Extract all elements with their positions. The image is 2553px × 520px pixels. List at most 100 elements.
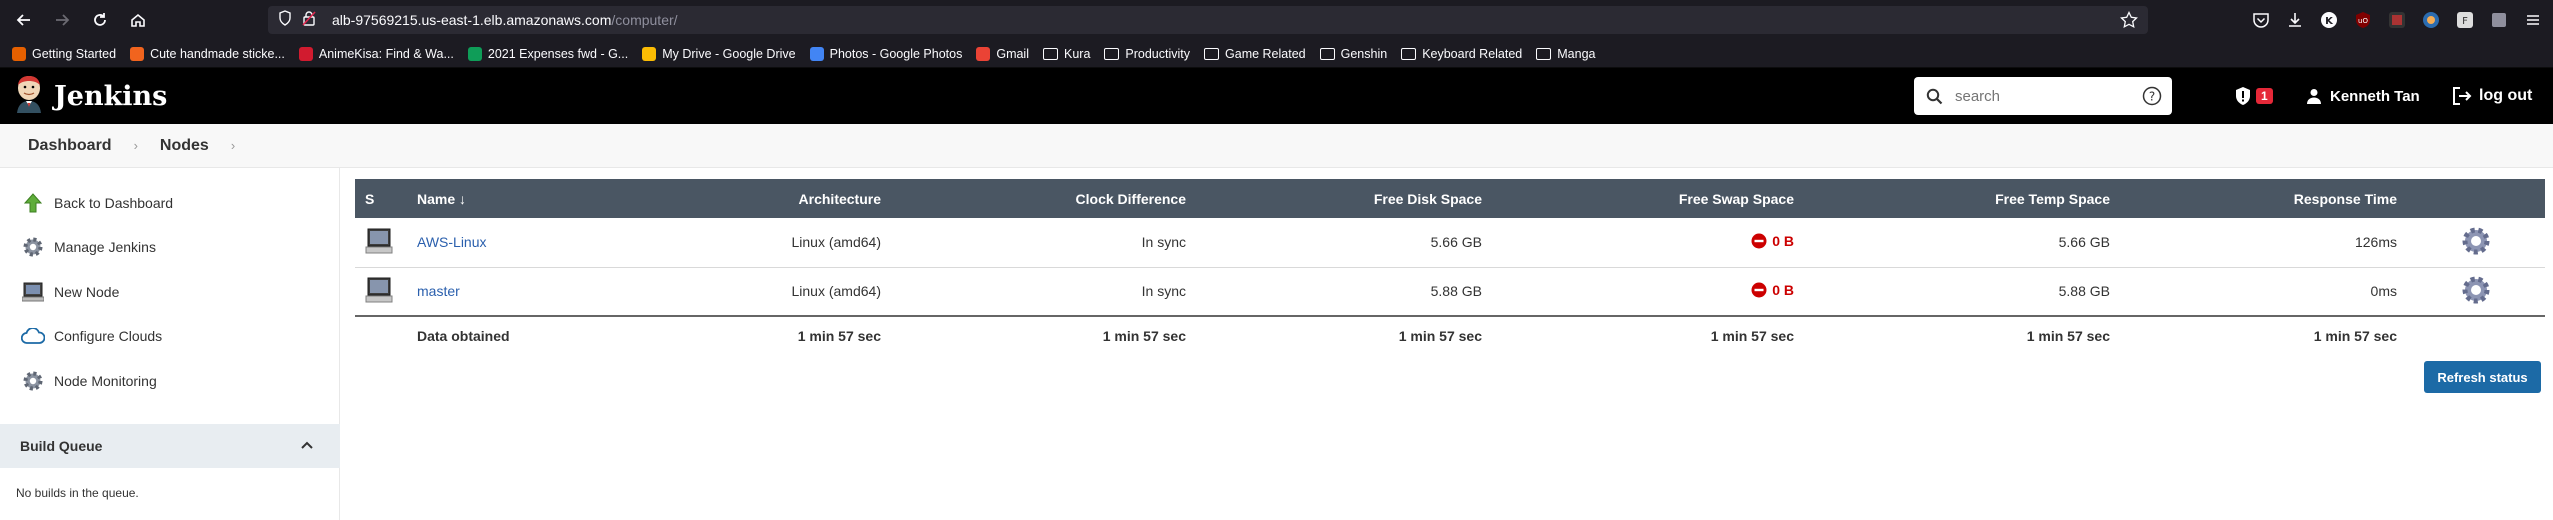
bookmark-item[interactable]: Cute handmade sticke... [130,46,285,61]
gear-icon [20,370,46,392]
svg-text:K: K [2325,16,2334,27]
folder-icon [1536,47,1552,60]
bookmark-item[interactable]: Keyboard Related [1401,47,1522,61]
home-icon[interactable] [122,4,154,36]
config-cell [2407,267,2545,317]
photos-icon [809,46,824,61]
col-disk-header[interactable]: Free Disk Space [1196,179,1492,218]
col-name-header[interactable]: Name ↓ [407,179,667,218]
config-cell [2407,218,2545,268]
table-row: AWS-Linux Linux (amd64) In sync 5.66 GB … [355,218,2545,268]
pocket-icon[interactable] [2251,10,2271,30]
footer-architecture-age: 1 min 57 sec [667,315,891,355]
folder-icon [1319,47,1335,60]
col-architecture-header[interactable]: Architecture [667,179,891,218]
extension-f-icon[interactable]: F [2455,10,2475,30]
bookmark-item[interactable]: Photos - Google Photos [809,46,962,61]
url-bar[interactable]: alb-97569215.us-east-1.elb.amazonaws.com… [268,6,2148,34]
breadcrumb-chevron-icon: › [133,138,138,153]
task-new-node[interactable]: New Node [20,281,119,303]
logout-icon [2452,87,2472,105]
extension-icons: K uO F [2251,0,2543,40]
bookmarks-bar: Getting Started Cute handmade sticke... An… [0,40,2553,68]
task-node-monitoring[interactable]: Node Monitoring [20,370,157,392]
bookmark-item[interactable]: Manga [1536,46,1596,61]
bookmark-item[interactable]: 2021 Expenses fwd - G... [467,46,629,61]
search-input[interactable] [1955,87,2145,105]
breadcrumb-nodes[interactable]: Nodes [160,137,209,155]
browser-toolbar: alb-97569215.us-east-1.elb.amazonaws.com… [0,0,2553,40]
bookmark-item[interactable]: Genshin [1319,47,1387,61]
swap-value: 0 B [1772,281,1794,298]
reload-icon[interactable] [84,4,116,36]
extension-puzzle-icon[interactable] [2489,10,2509,30]
menu-icon[interactable] [2523,10,2543,30]
insecure-lock-icon[interactable] [302,10,316,31]
bookmark-item[interactable]: Game Related [1204,47,1306,61]
logout-link[interactable]: log out [2452,68,2532,124]
col-config-header [2407,179,2545,218]
task-back-to-dashboard[interactable]: Back to Dashboard [20,192,173,214]
extension-dark-icon[interactable] [2387,10,2407,30]
firefox-icon [12,46,26,61]
breadcrumb-dashboard[interactable]: Dashboard [28,137,112,155]
breadcrumb: Dashboard › Nodes › [0,124,2553,168]
jenkins-home-link[interactable]: Jenkins [14,75,167,118]
footer-empty-cell [355,315,407,355]
extension-k-icon[interactable]: K [2319,10,2339,30]
bookmark-label: My Drive - Google Drive [662,46,796,61]
disk-cell: 5.66 GB [1196,218,1492,268]
bookmark-item[interactable]: AnimeKisa: Find & Wa... [298,46,454,61]
breadcrumb-chevron-icon[interactable]: › [231,138,235,153]
bookmark-item[interactable]: My Drive - Google Drive [642,46,796,61]
bookmark-item[interactable]: Productivity [1104,47,1190,61]
bookmark-star-icon[interactable] [2120,10,2138,34]
build-queue-header[interactable]: Build Queue [0,424,340,468]
bookmark-item[interactable]: Gmail [976,46,1029,61]
node-link-aws-linux[interactable]: AWS-Linux [417,234,487,250]
ublock-icon[interactable]: uO [2353,10,2373,30]
node-link-master[interactable]: master [417,283,460,299]
node-name-cell: AWS-Linux [407,218,667,268]
col-status-header[interactable]: S [355,179,407,218]
footer-temp-age: 1 min 57 sec [1804,315,2120,355]
swap-value: 0 B [1772,232,1794,249]
clock-cell: In sync [891,218,1196,268]
bookmark-label: Game Related [1225,46,1306,61]
forward-arrow-icon[interactable] [46,4,78,36]
downloads-icon[interactable] [2285,10,2305,30]
task-manage-jenkins[interactable]: Manage Jenkins [20,236,156,258]
chevron-up-icon[interactable] [300,438,314,455]
configure-gear-icon[interactable] [2460,274,2492,306]
gear-icon [20,236,46,258]
refresh-status-button[interactable]: Refresh status [2424,361,2541,393]
security-alert[interactable]: 1 [2234,68,2273,124]
back-arrow-icon[interactable] [8,4,40,36]
table-body: AWS-Linux Linux (amd64) In sync 5.66 GB … [355,218,2545,317]
col-temp-header[interactable]: Free Temp Space [1804,179,2120,218]
shield-icon[interactable] [278,9,292,31]
footer-swap-age: 1 min 57 sec [1492,315,1804,355]
col-response-header[interactable]: Response Time [2120,179,2407,218]
bookmark-item[interactable]: Kura [1043,47,1090,61]
extension-globe-icon[interactable] [2421,10,2441,30]
search-box[interactable]: ? [1914,77,2172,115]
etsy-icon [130,46,145,61]
bookmark-item[interactable]: Getting Started [12,46,116,61]
cloud-icon [20,325,46,347]
computer-icon [20,281,46,303]
svg-text:?: ? [2149,90,2155,104]
col-clock-header[interactable]: Clock Difference [891,179,1196,218]
url-host: alb-97569215.us-east-1.elb.amazonaws.com [332,12,612,28]
col-swap-header[interactable]: Free Swap Space [1492,179,1804,218]
bookmark-label: Manga [1557,46,1596,61]
configure-gear-icon[interactable] [2460,225,2492,257]
architecture-cell: Linux (amd64) [667,218,891,268]
task-configure-clouds[interactable]: Configure Clouds [20,325,162,347]
footer-label: Data obtained [407,315,667,355]
bookmark-label: 2021 Expenses fwd - G... [487,46,629,61]
help-icon[interactable]: ? [2142,86,2162,111]
table-footer-row: Data obtained 1 min 57 sec 1 min 57 sec … [355,315,2545,355]
user-menu[interactable]: Kenneth Tan [2306,68,2420,124]
side-panel: Back to Dashboard Manage Jenkins New Nod… [0,168,340,520]
